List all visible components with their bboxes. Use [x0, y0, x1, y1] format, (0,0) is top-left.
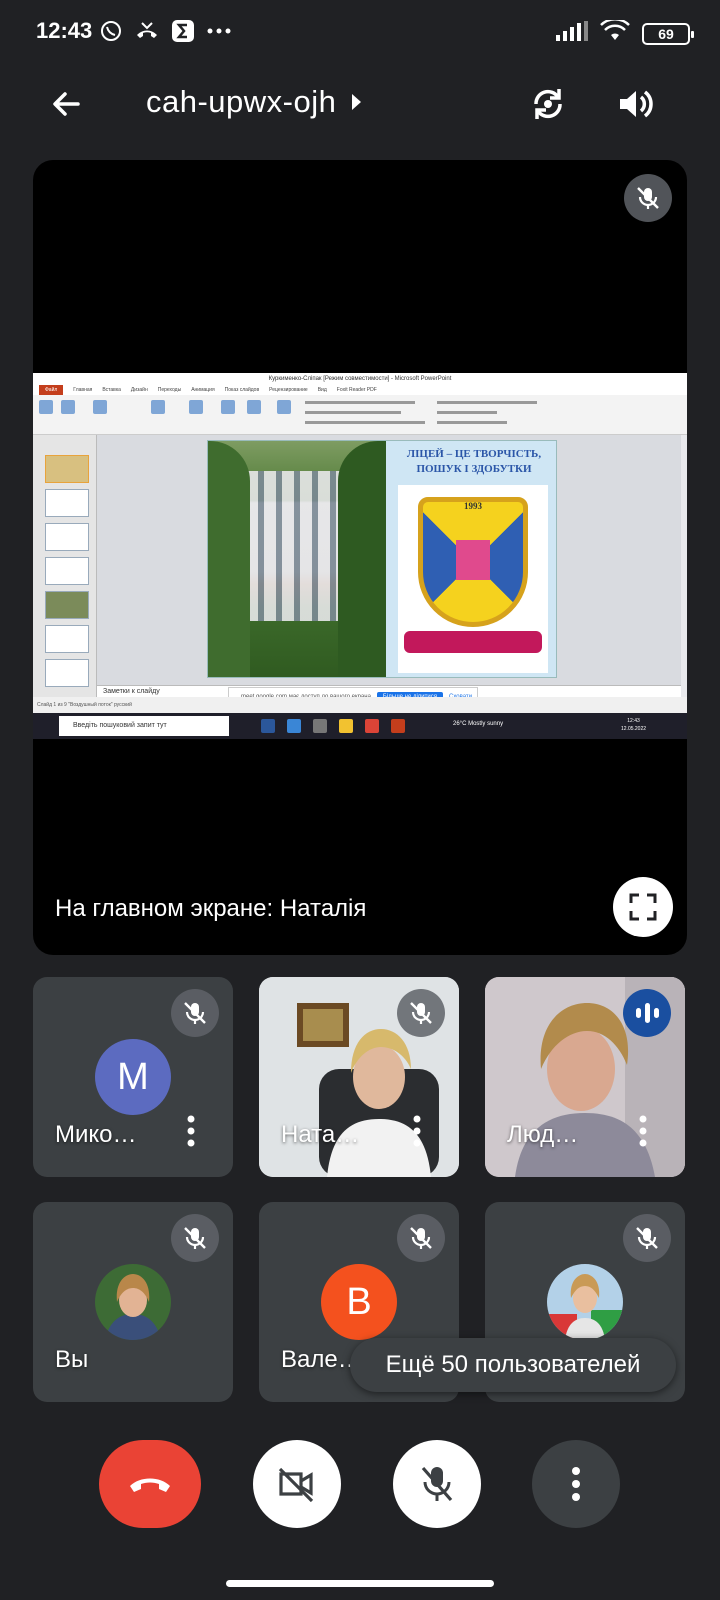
- avatar: В: [321, 1264, 397, 1340]
- more-vert-icon: [572, 1467, 580, 1501]
- camera-off-button[interactable]: [253, 1440, 341, 1528]
- avatar: М: [95, 1039, 171, 1115]
- ppt-tab: Рецензирование: [269, 387, 308, 393]
- battery-icon: 69: [642, 22, 694, 45]
- mic-off-icon: [421, 1466, 453, 1502]
- participant-more-button[interactable]: [405, 1111, 429, 1151]
- participant-name: Ната…: [281, 1121, 360, 1148]
- chevron-right-icon: [352, 94, 362, 110]
- signal-icon: [556, 21, 588, 46]
- main-stage[interactable]: Куркименко-Сліпак [Режим совместимости] …: [33, 160, 687, 955]
- participant-name: Вы: [55, 1346, 89, 1373]
- participant-name: Люд…: [507, 1121, 579, 1148]
- participant-tile[interactable]: Ната…: [259, 977, 459, 1177]
- more-users-chip[interactable]: Ещё 50 пользователей: [350, 1338, 676, 1392]
- mic-off-icon: [410, 1002, 432, 1024]
- taskbar-weather: 26°C Mostly sunny: [453, 721, 504, 727]
- viber-icon: [98, 18, 124, 44]
- participant-tile[interactable]: М Мико…: [33, 977, 233, 1177]
- meeting-code: cah-upwx-ojh: [146, 84, 337, 119]
- fullscreen-icon: [629, 893, 657, 921]
- slide-title: ЛІЦЕЙ – ЦЕ ТВОРЧІСТЬ, ПОШУК І ЗДОБУТКИ: [406, 448, 542, 475]
- participant-mic-off-indicator: [171, 989, 219, 1037]
- camera-off-icon: [278, 1467, 314, 1502]
- ppt-ribbon-tabs: Файл Главная Вставка Дизайн Переходы Ани…: [33, 385, 687, 395]
- ppt-tab: Файл: [39, 385, 64, 395]
- ppt-slide: ЛІЦЕЙ – ЦЕ ТВОРЧІСТЬ, ПОШУК І ЗДОБУТКИ 1…: [207, 440, 557, 678]
- mic-off-icon: [184, 1227, 206, 1249]
- status-bar: 12:43 69: [0, 0, 720, 64]
- mic-off-button[interactable]: [393, 1440, 481, 1528]
- avatar: [547, 1264, 623, 1340]
- sigma-icon: [170, 18, 196, 44]
- speaker-icon: [620, 90, 653, 118]
- participant-name: Мико…: [55, 1121, 137, 1148]
- mic-off-icon: [636, 1227, 658, 1249]
- mic-off-icon: [184, 1002, 206, 1024]
- avatar: [95, 1264, 171, 1340]
- switch-camera-icon: [534, 89, 562, 119]
- taskbar-search: Введіть пошуковий запит тут: [59, 716, 229, 736]
- ppt-tab: Вставка: [102, 387, 121, 393]
- participant-more-button[interactable]: [631, 1111, 655, 1151]
- ppt-tab: Дизайн: [130, 387, 148, 393]
- more-options-button[interactable]: [532, 1440, 620, 1528]
- back-button[interactable]: [44, 82, 88, 126]
- taskbar-clock: 12:43 12.05.2022: [621, 718, 647, 732]
- mic-off-icon: [637, 187, 659, 209]
- end-call-icon: [130, 1478, 170, 1492]
- windows-taskbar: Введіть пошуковий запит тут 26°C Mostly …: [33, 713, 687, 739]
- end-call-button[interactable]: [99, 1440, 201, 1528]
- status-time: 12:43: [36, 18, 93, 43]
- meeting-header: cah-upwx-ojh: [0, 64, 720, 144]
- ppt-slide-thumbnails: [33, 435, 97, 697]
- main-stage-label: На главном экране: Наталія: [55, 895, 367, 922]
- participant-mic-off-indicator: [397, 1214, 445, 1262]
- participant-mic-off-indicator: [171, 1214, 219, 1262]
- participant-more-button[interactable]: [179, 1111, 203, 1151]
- shared-screen: Куркименко-Сліпак [Режим совместимости] …: [33, 373, 687, 739]
- ppt-status-bar: Слайд 1 из 9 "Воздушный поток" русский: [33, 697, 687, 713]
- ppt-slide-canvas: ЛІЦЕЙ – ЦЕ ТВОРЧІСТЬ, ПОШУК І ЗДОБУТКИ 1…: [97, 435, 681, 685]
- speaker-button[interactable]: [610, 80, 658, 128]
- more-vert-icon: [187, 1115, 195, 1147]
- ppt-tab: Анимация: [191, 387, 215, 393]
- participant-mic-off-indicator: [623, 1214, 671, 1262]
- more-vert-icon: [413, 1115, 421, 1147]
- ppt-tab: Показ слайдов: [224, 387, 260, 393]
- slide-school-photo: [208, 441, 386, 677]
- switch-camera-button[interactable]: [524, 80, 572, 128]
- more-vert-icon: [639, 1115, 647, 1147]
- meeting-code-button[interactable]: cah-upwx-ojh: [146, 84, 362, 120]
- participant-tile[interactable]: Люд…: [485, 977, 685, 1177]
- ppt-tab: Вид: [317, 387, 327, 393]
- participant-tile[interactable]: Вы: [33, 1202, 233, 1402]
- crest-year: 1993: [464, 501, 482, 511]
- missed-call-icon: [134, 18, 160, 44]
- wifi-icon: [600, 18, 630, 47]
- slide-crest-emblem: 1993: [398, 485, 548, 673]
- ppt-tab: Главная: [73, 387, 93, 393]
- mic-off-icon: [410, 1227, 432, 1249]
- back-arrow-icon: [53, 92, 80, 116]
- more-dots-icon: [206, 18, 232, 44]
- stage-mic-off-indicator: [624, 174, 672, 222]
- fullscreen-button[interactable]: [613, 877, 673, 937]
- home-indicator[interactable]: [226, 1580, 494, 1587]
- ppt-window-title: Куркименко-Сліпак [Режим совместимости] …: [33, 373, 687, 385]
- ppt-tab: Переходы: [157, 387, 182, 393]
- ppt-ribbon: [33, 395, 687, 435]
- participant-mic-off-indicator: [397, 989, 445, 1037]
- ppt-tab: Foxit Reader PDF: [336, 387, 377, 393]
- speaking-indicator: [623, 989, 671, 1037]
